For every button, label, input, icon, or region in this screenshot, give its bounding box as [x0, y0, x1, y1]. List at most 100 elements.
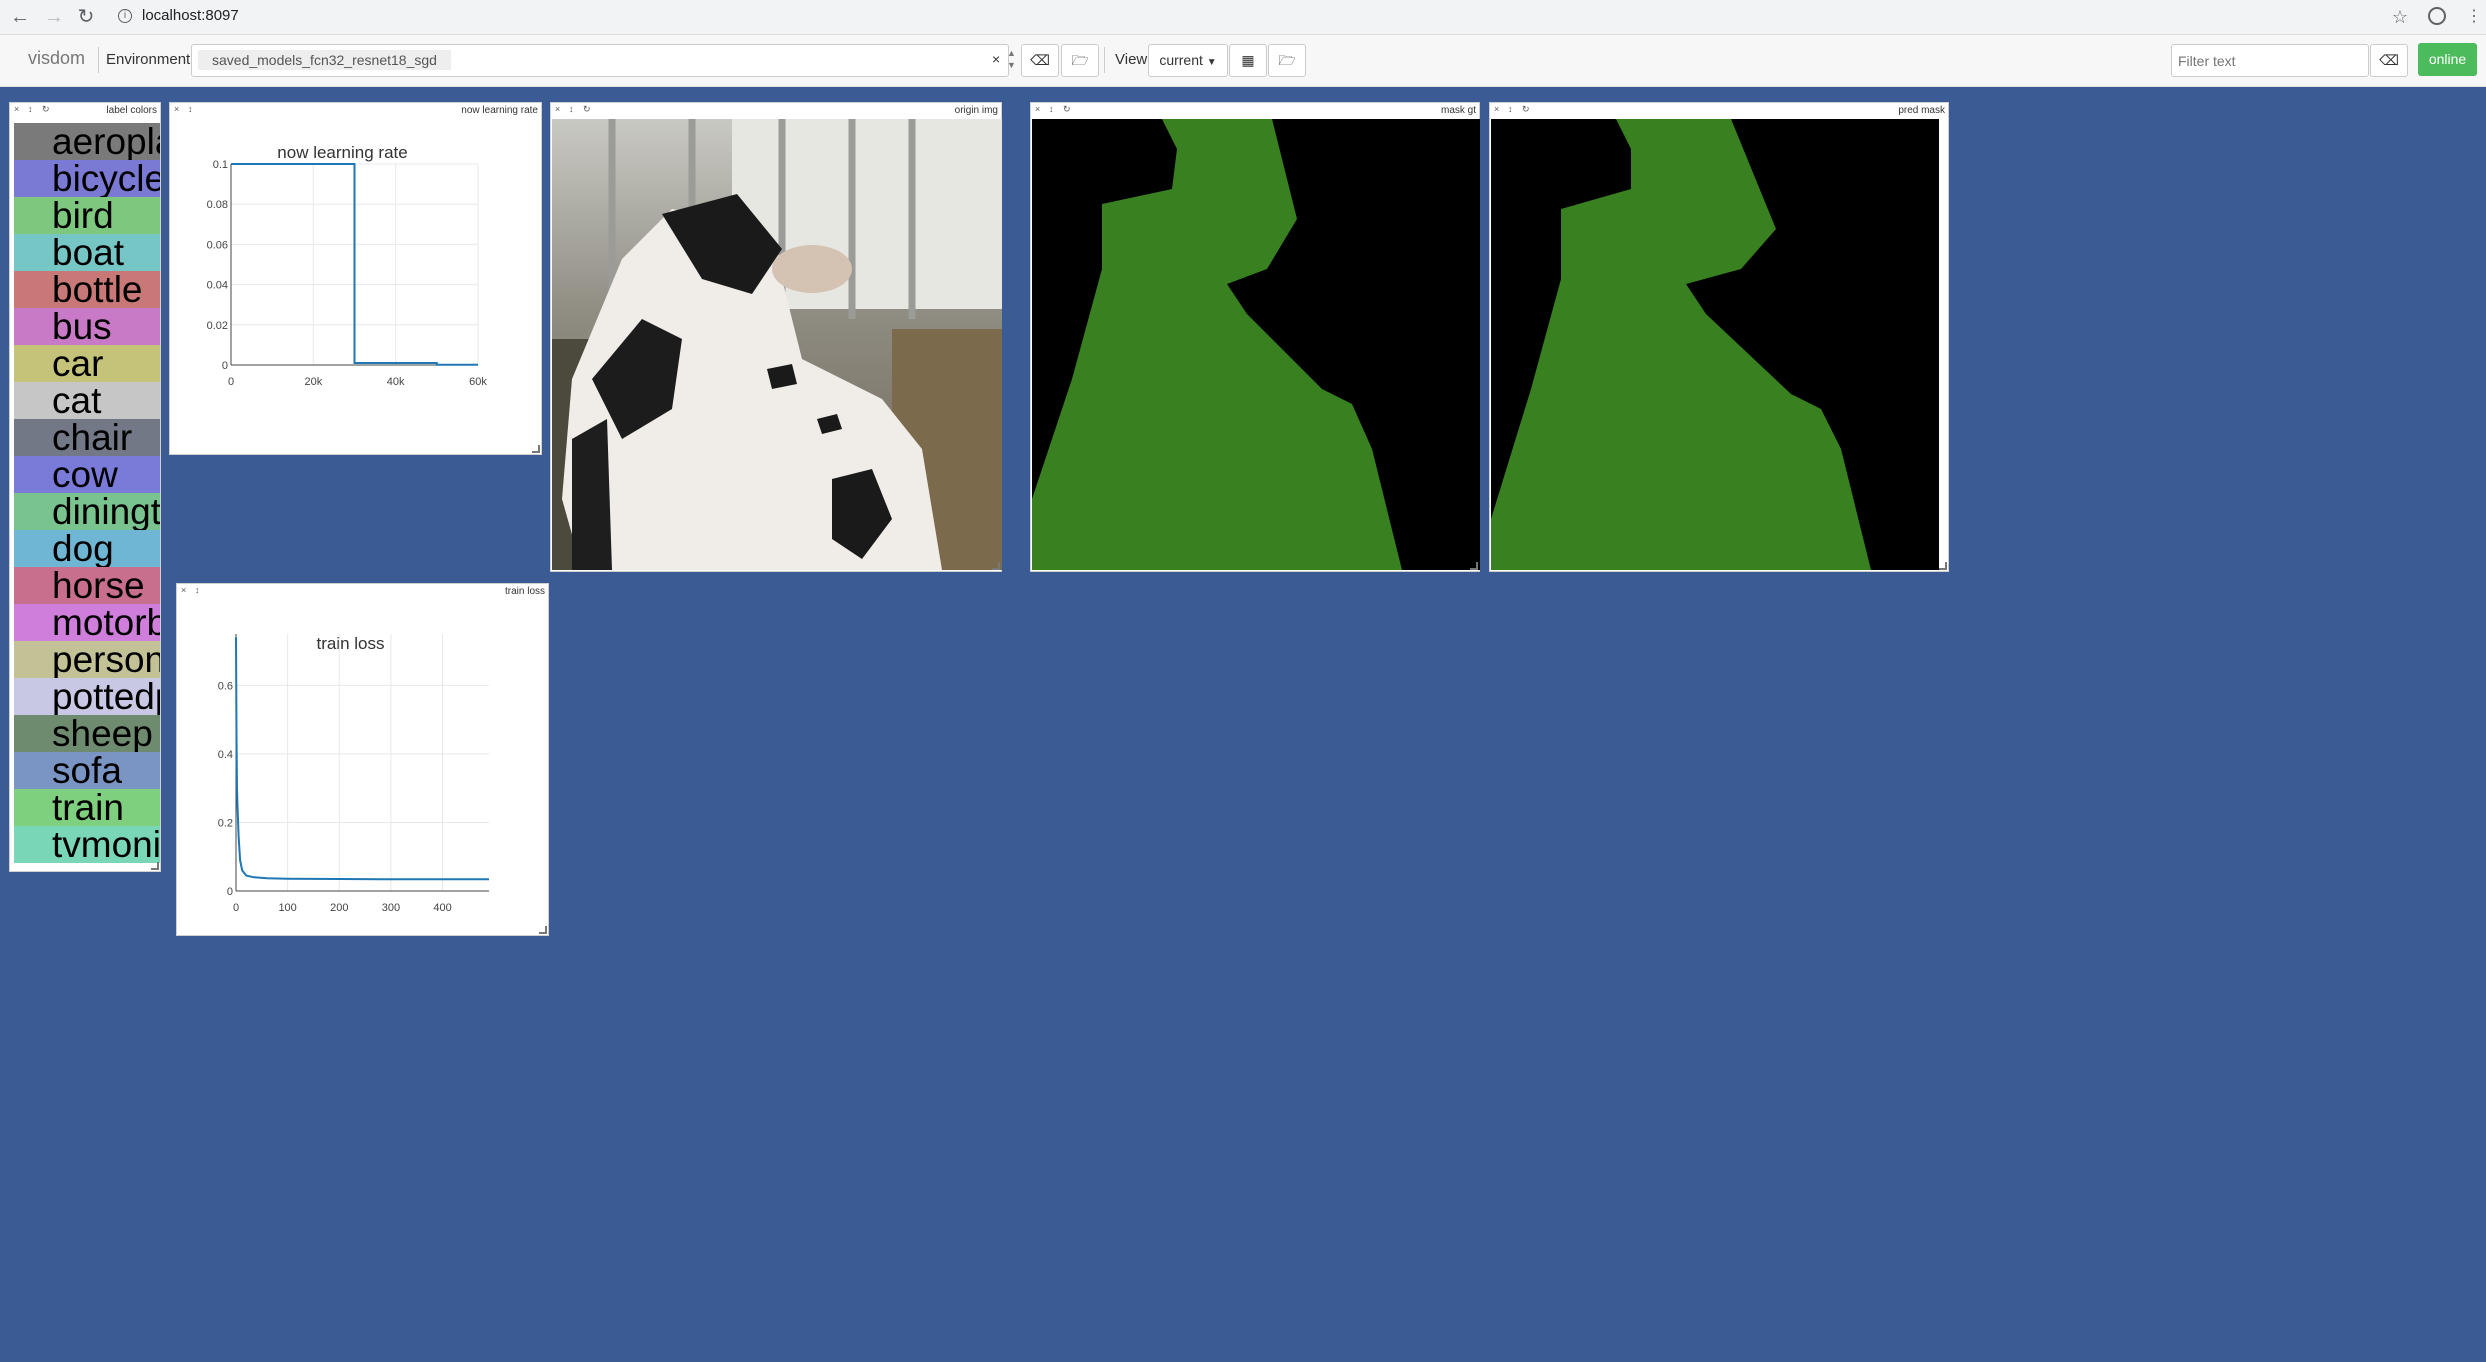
mask-gt-pane[interactable]: × ↕ ↻ mask gt: [1030, 102, 1480, 572]
y-tick-label: 0.08: [207, 199, 228, 211]
label-color-row: aeroplane: [14, 123, 160, 160]
filter-text-input[interactable]: [2176, 49, 2366, 73]
label-color-row: cow: [14, 456, 160, 493]
label-color-row: boat: [14, 234, 160, 271]
resize-handle[interactable]: [1470, 562, 1478, 570]
forward-icon[interactable]: →: [42, 5, 66, 29]
cow-photo: [552, 119, 1002, 570]
label-color-text: cow: [52, 456, 118, 493]
pane-title: origin img: [954, 105, 998, 116]
pin-icon[interactable]: ↕: [28, 104, 33, 114]
label-colors-pane[interactable]: × ↕ ↻ label colors aeroplanebicyclebirdb…: [9, 102, 161, 872]
label-color-text: horse: [52, 567, 145, 604]
close-icon[interactable]: ×: [555, 104, 560, 114]
refresh-icon[interactable]: ↻: [42, 104, 50, 115]
label-color-text: cat: [52, 382, 102, 419]
label-color-text: bottle: [52, 271, 143, 308]
label-color-row: tvmonitor: [14, 826, 160, 863]
app-name[interactable]: visdom: [28, 48, 85, 69]
label-color-text: bird: [52, 197, 114, 234]
resize-handle[interactable]: [532, 445, 540, 453]
environment-tag[interactable]: saved_models_fcn32_resnet18_sgd: [198, 50, 451, 70]
divider: [1104, 47, 1105, 73]
close-icon[interactable]: ×: [14, 104, 19, 114]
pred-mask-pane[interactable]: × ↕ ↻ pred mask: [1489, 102, 1949, 572]
chart-title: now learning rate: [277, 143, 407, 162]
train-loss-chart[interactable]: train loss 0 100 200 300 400 0 0.2 0.4 0.6: [177, 598, 550, 938]
close-icon[interactable]: ×: [174, 104, 179, 114]
browser-chrome: ← → ↻ i localhost:8097 ☆ ⋮: [0, 0, 2486, 35]
caret-down-icon: ▼: [1206, 57, 1217, 68]
environment-select[interactable]: saved_models_fcn32_resnet18_sgd ×: [191, 44, 1009, 77]
folder-icon[interactable]: 🗁: [1268, 44, 1306, 77]
chart-title: train loss: [316, 634, 384, 653]
label-color-row: motorbike: [14, 604, 160, 641]
reload-icon[interactable]: ↻: [74, 5, 98, 29]
label-color-row: chair: [14, 419, 160, 456]
label-color-text: aeroplane: [52, 123, 160, 160]
train-loss-pane[interactable]: × ↕ train loss train loss 0 100 200 300 400 0 0…: [176, 583, 549, 936]
label-color-row: car: [14, 345, 160, 382]
label-color-row: bottle: [14, 271, 160, 308]
grid-icon[interactable]: ▦: [1229, 44, 1267, 77]
x-tick-label: 300: [382, 902, 400, 914]
label-color-row: train: [14, 789, 160, 826]
label-color-text: car: [52, 345, 104, 382]
env-spinner-icon[interactable]: ▲ ▼: [1007, 47, 1016, 71]
resize-handle[interactable]: [992, 562, 1000, 570]
label-color-row: sheep: [14, 715, 160, 752]
pin-icon[interactable]: ↕: [1508, 104, 1513, 114]
bookmark-star-icon[interactable]: ☆: [2388, 5, 2412, 29]
resize-handle[interactable]: [1939, 562, 1947, 570]
x-tick-label: 60k: [469, 376, 487, 388]
refresh-icon[interactable]: ↻: [583, 104, 591, 115]
pin-icon[interactable]: ↕: [1049, 104, 1054, 114]
pin-icon[interactable]: ↕: [195, 585, 200, 595]
pred-mask-image: [1491, 119, 1939, 570]
label-color-text: chair: [52, 419, 133, 456]
pane-header: × ↕ ↻ mask gt: [1031, 103, 1479, 117]
refresh-icon[interactable]: ↻: [1063, 104, 1071, 115]
origin-image-pane[interactable]: × ↕ ↻ origin img: [550, 102, 1002, 572]
view-select[interactable]: current ▼: [1148, 44, 1228, 77]
resize-handle[interactable]: [151, 862, 159, 870]
pane-header: × ↕ ↻ label colors: [10, 103, 160, 117]
address-bar[interactable]: localhost:8097: [142, 7, 239, 24]
x-tick-label: 400: [433, 902, 451, 914]
menu-dots-icon[interactable]: ⋮: [2462, 5, 2486, 29]
pane-title: pred mask: [1898, 105, 1945, 116]
eraser-icon[interactable]: ⌫: [1021, 44, 1059, 77]
label-color-text: sofa: [52, 752, 122, 789]
pane-title: mask gt: [1440, 105, 1476, 116]
learning-rate-chart[interactable]: now learning rate 0 20k 40k 60k 0 0.02 0.04 0.06…: [170, 117, 543, 457]
clear-icon[interactable]: ×: [992, 51, 1000, 67]
close-icon[interactable]: ×: [181, 585, 186, 595]
label-color-text: sheep: [52, 715, 153, 752]
status-badge: online: [2418, 43, 2477, 76]
profile-icon[interactable]: [2428, 7, 2446, 25]
label-color-text: bus: [52, 308, 112, 345]
pin-icon[interactable]: ↕: [188, 104, 193, 114]
pin-icon[interactable]: ↕: [569, 104, 574, 114]
x-tick-label: 20k: [304, 376, 322, 388]
label-color-text: train: [52, 789, 124, 826]
label-color-row: cat: [14, 382, 160, 419]
label-color-text: pottedplant: [52, 678, 160, 715]
close-icon[interactable]: ×: [1035, 104, 1040, 114]
y-tick-label: 0.4: [218, 749, 233, 761]
info-icon[interactable]: i: [118, 9, 132, 23]
learning-rate-pane[interactable]: × ↕ now learning rate now learning rate 0…: [169, 102, 542, 455]
x-tick-label: 40k: [387, 376, 405, 388]
pane-header: × ↕ train loss: [177, 584, 548, 598]
resize-handle[interactable]: [539, 926, 547, 934]
filter-input[interactable]: [2171, 44, 2369, 77]
label-color-row: sofa: [14, 752, 160, 789]
close-icon[interactable]: ×: [1494, 104, 1499, 114]
eraser-icon[interactable]: ⌫: [2370, 44, 2408, 77]
label-color-text: boat: [52, 234, 125, 271]
refresh-icon[interactable]: ↻: [1522, 104, 1530, 115]
back-icon[interactable]: ←: [8, 5, 32, 29]
y-tick-label: 0.02: [207, 320, 228, 332]
folder-icon[interactable]: 🗁: [1061, 44, 1099, 77]
environment-label: Environment: [106, 51, 191, 68]
